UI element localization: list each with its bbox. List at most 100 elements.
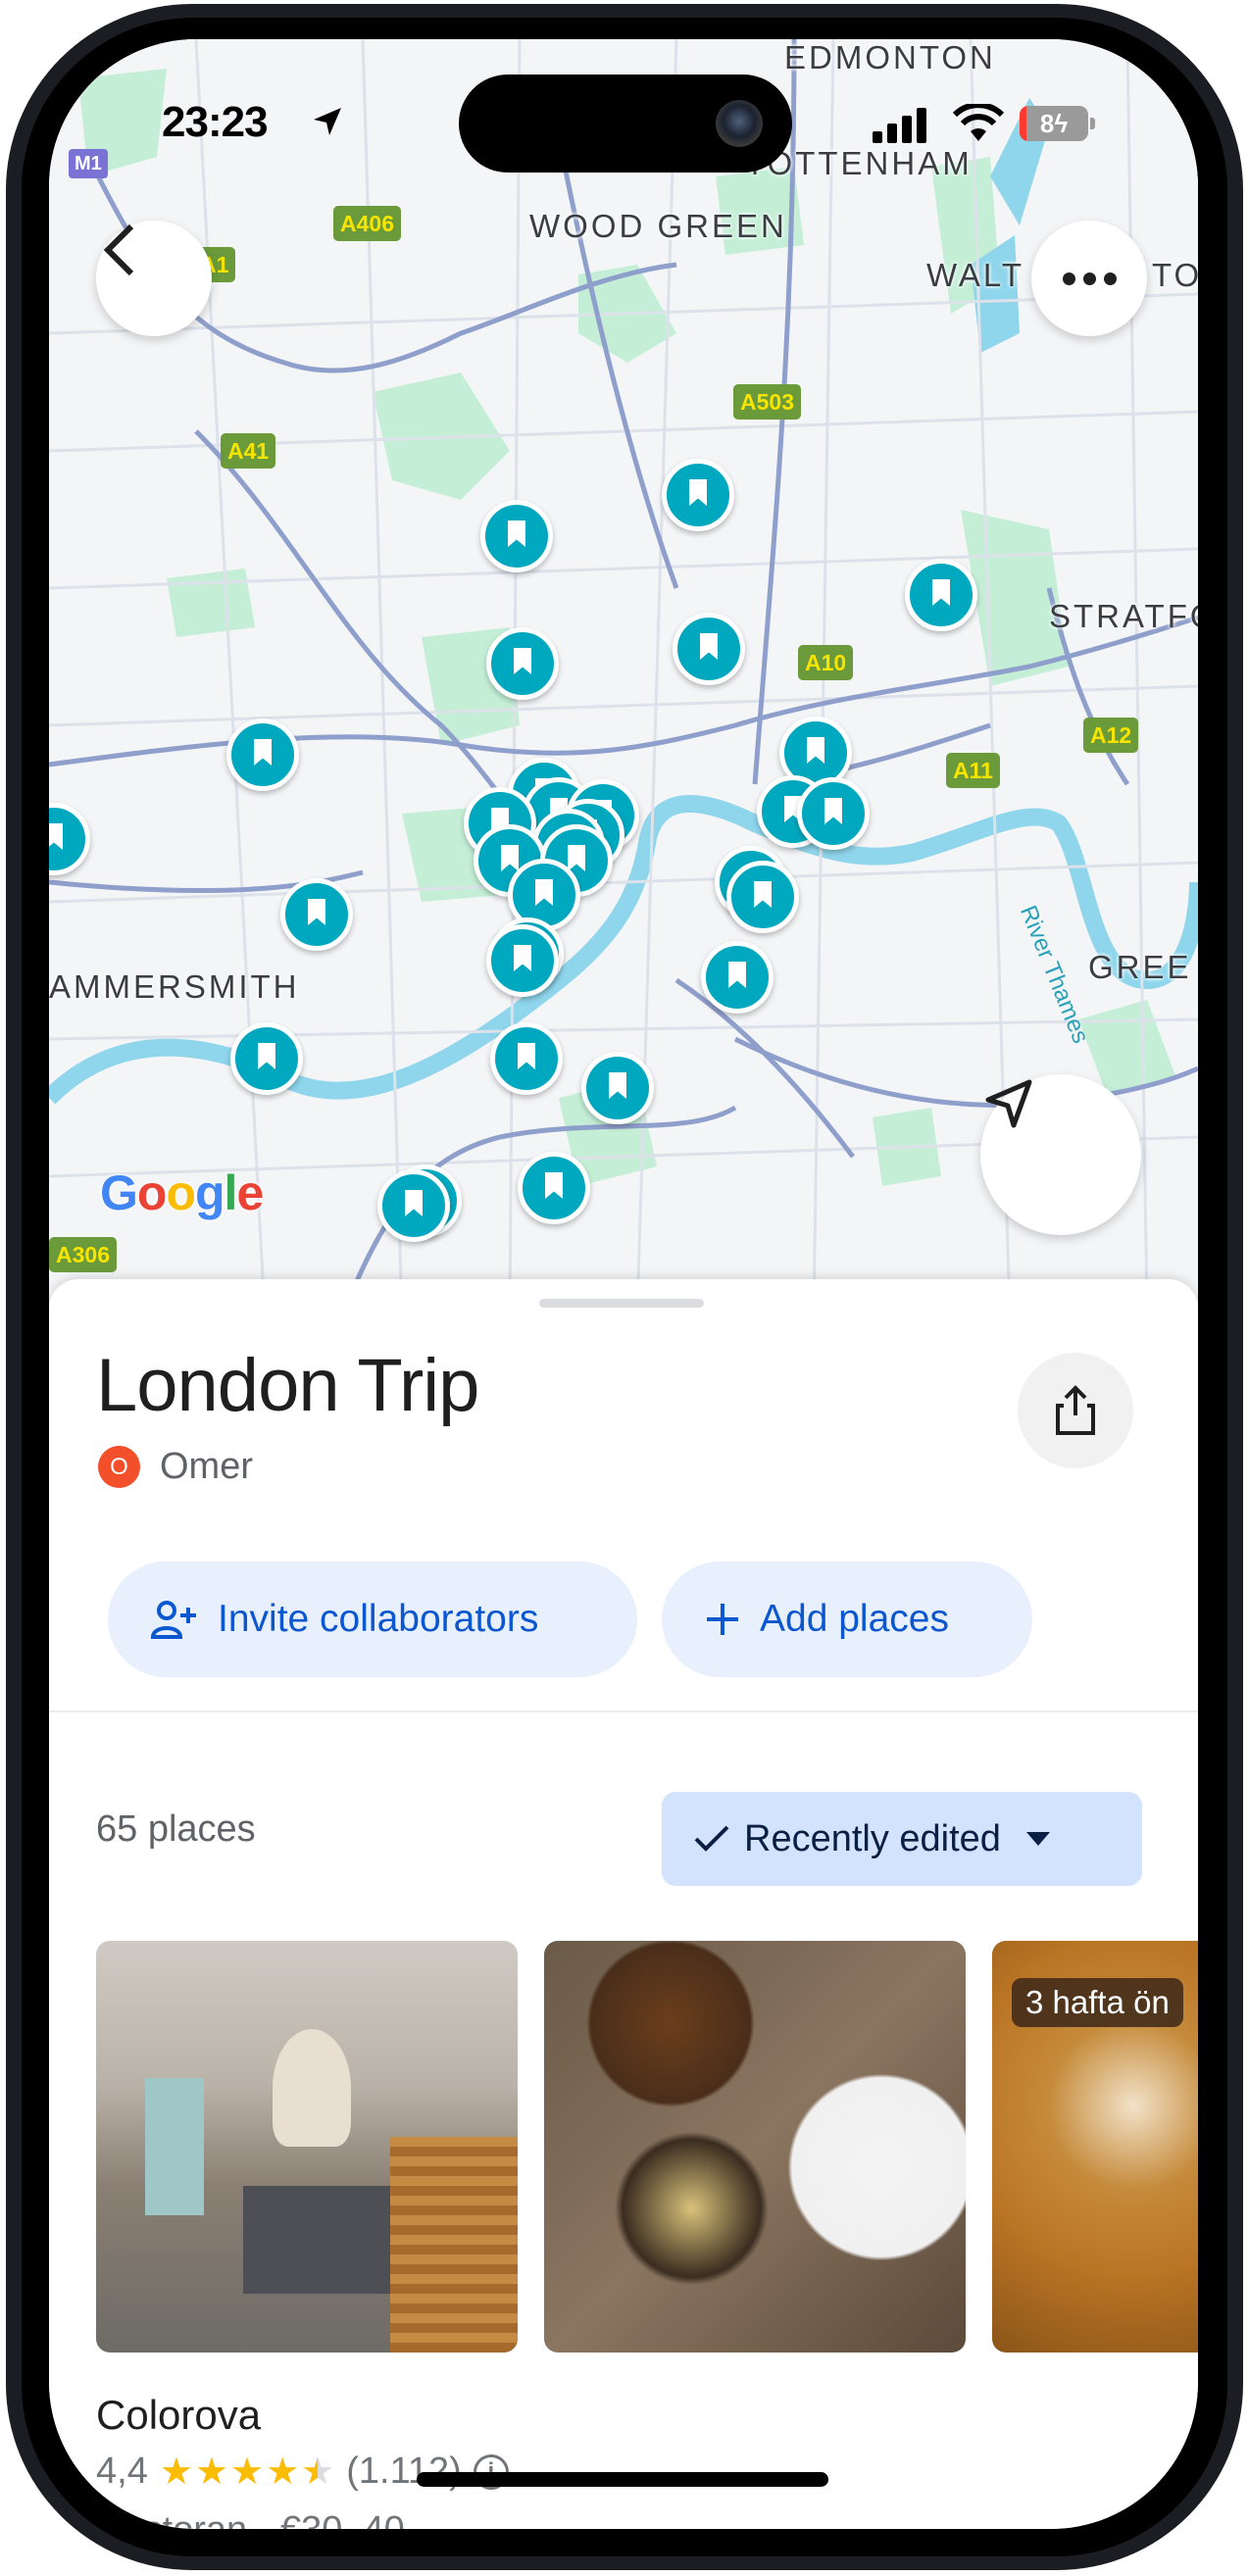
google-logo-l: l [224,1165,238,1220]
chevron-left-icon [103,223,134,276]
road-shield-a41: A41 [221,433,276,469]
road-shield-a503: A503 [733,384,801,420]
photo-counter [390,2137,518,2353]
screen: EDMONTON TOTTENHAM WOOD GREEN WALT TO ST… [49,39,1198,2529]
invite-collaborators-label: Invite collaborators [218,1598,539,1640]
person-add-icon [151,1601,196,1639]
place-count: 65 places [96,1808,256,1850]
home-indicator[interactable] [417,2472,828,2487]
rating-value: 4,4 [96,2451,148,2492]
charging-bolt-icon: ϟ [1054,109,1069,138]
navigation-arrow-icon [985,1079,1032,1128]
saved-place-pin[interactable] [226,718,299,791]
saved-place-pin[interactable] [280,878,353,951]
star-icon: ★ [266,2451,300,2493]
map-label-greenwich: GREE [1088,949,1192,985]
map-label-hammersmith: AMMERSMITH [49,968,300,1005]
saved-place-pin[interactable] [905,559,977,631]
major-road [674,977,855,1159]
back-button[interactable] [96,221,212,336]
list-title: London Trip [96,1344,479,1427]
list-bottom-sheet: London Trip O Omer Invite collaborators [49,1279,1198,2529]
share-button[interactable] [1018,1353,1133,1468]
saved-place-pin[interactable] [230,1022,303,1095]
battery-cap [1090,118,1095,129]
saved-place-pin[interactable] [486,924,559,997]
place-photo-dish[interactable]: 3 hafta ön [992,1941,1198,2353]
saved-place-pin[interactable] [797,777,870,850]
map-label-wood-green: WOOD GREEN [529,208,787,244]
saved-place-pin[interactable] [518,1152,590,1224]
map-label-stratford: STRATFO [1049,598,1198,634]
star-icon: ★ [194,2451,228,2493]
location-services-icon [314,108,341,135]
road [49,1017,1198,1041]
star-icon: ★ [229,2451,265,2493]
saved-place-pin[interactable] [581,1052,654,1124]
saved-place-pin[interactable] [701,941,774,1014]
plus-icon [707,1604,738,1635]
road-shield-a12: A12 [1083,718,1139,753]
google-logo-o2: o [166,1165,196,1220]
saved-place-pin[interactable] [673,613,745,685]
star-rating: ★ ★ ★ ★ ★ [160,2453,334,2491]
google-logo-e: e [236,1165,264,1220]
saved-place-pin[interactable] [726,861,799,933]
road [194,39,267,1313]
owner-avatar: O [98,1446,140,1488]
photo-window [145,2078,204,2215]
place-name[interactable]: Colorova [96,2392,261,2439]
more-options-button[interactable] [1031,221,1147,336]
more-horizontal-icon [1062,272,1117,285]
phone-frame: EDMONTON TOTTENHAM WOOD GREEN WALT TO ST… [0,0,1248,2576]
road-shield-a306: A306 [49,1237,117,1272]
saved-place-pin[interactable] [486,627,559,700]
battery-level: 8 [1039,109,1055,138]
dynamic-island [459,74,792,173]
star-icon: ★ [159,2451,193,2493]
google-logo: Google [100,1164,264,1221]
road-shield-a406: A406 [333,206,401,241]
road-shield-a10: A10 [798,645,854,680]
photo-table [243,2186,390,2294]
invite-collaborators-button[interactable]: Invite collaborators [108,1561,637,1677]
wifi-icon [952,104,1005,141]
front-camera [716,100,763,147]
add-places-label: Add places [760,1598,949,1640]
map-label-walthamstow-end: TO [1152,257,1198,293]
owner-name: Omer [160,1446,253,1487]
photo-decor [273,2029,351,2147]
park [167,569,255,637]
saved-place-pin[interactable] [480,500,553,572]
cellular-signal-icon [873,108,926,143]
status-bar: 23:23 8ϟ [49,39,1198,173]
google-logo-g2: g [195,1165,225,1220]
check-icon [694,1825,729,1852]
add-places-button[interactable]: Add places [662,1561,1032,1677]
google-logo-g: G [100,1165,138,1220]
road-shield-a11: A11 [946,753,1000,788]
saved-place-pin[interactable] [662,459,734,531]
saved-place-pin[interactable] [490,1022,563,1095]
place-photo-food[interactable] [544,1941,966,2353]
major-road [556,136,679,589]
list-owner: O Omer [98,1446,253,1488]
battery-low-fill [1020,106,1026,141]
map-view[interactable]: EDMONTON TOTTENHAM WOOD GREEN WALT TO ST… [49,39,1198,1313]
dropdown-caret-icon [1025,1832,1050,1846]
road [49,684,1198,727]
half-star-icon: ★ [301,2451,335,2493]
sort-dropdown[interactable]: Recently edited [662,1792,1142,1886]
status-time: 23:23 [162,98,269,146]
photo-age-badge: 3 hafta ön [1012,1978,1183,2027]
sort-selected-label: Recently edited [744,1817,1001,1859]
google-logo-o1: o [136,1165,168,1220]
sheet-drag-handle[interactable] [539,1299,704,1308]
my-location-button[interactable] [980,1074,1141,1235]
share-icon [1056,1385,1095,1435]
place-photo-interior[interactable] [96,1941,518,2353]
map-label-walthamstow: WALT [926,257,1024,293]
saved-place-pin[interactable] [377,1169,450,1242]
place-meta: Restoran · €30–40 · [96,2509,427,2529]
section-divider [49,1710,1198,1712]
